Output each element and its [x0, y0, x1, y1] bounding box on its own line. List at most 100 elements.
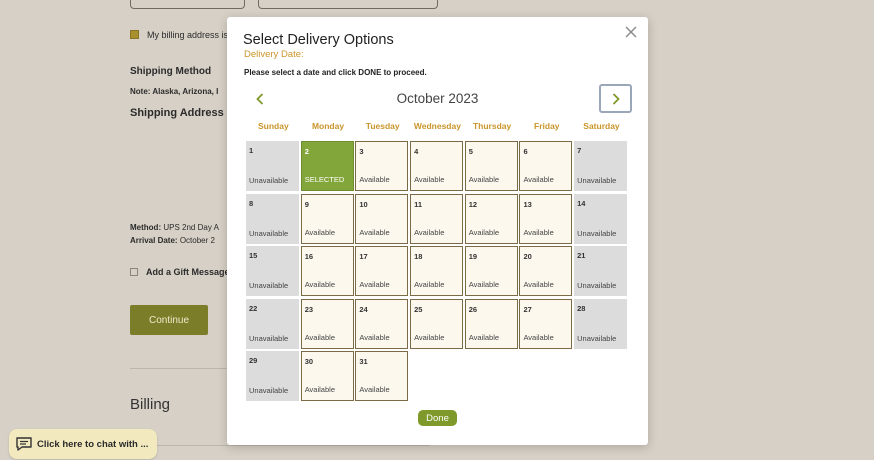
- day-status: Available: [468, 227, 500, 237]
- done-button[interactable]: Done: [418, 410, 457, 426]
- day-number: 24: [359, 304, 368, 314]
- delivery-date-label: Delivery Date:: [244, 49, 304, 60]
- day-number: 29: [249, 356, 258, 365]
- calendar-day-cell[interactable]: 24 Available: [355, 298, 409, 349]
- day-number: 7: [577, 146, 582, 155]
- calendar-day-cell[interactable]: 23 Available: [300, 298, 354, 349]
- chevron-right-icon: [612, 92, 620, 105]
- day-status: Available: [523, 227, 554, 237]
- calendar-day-cell[interactable]: 27 Available: [519, 298, 573, 349]
- day-number: 6: [523, 147, 528, 156]
- calendar-day-cell[interactable]: 5 Available: [464, 141, 518, 191]
- calendar-day-cell[interactable]: 18 Available: [410, 246, 464, 296]
- day-number: 13: [523, 199, 532, 209]
- calendar-day-cell[interactable]: 4 Available: [410, 141, 464, 191]
- calendar-day-cell: 1 Unavailable: [246, 141, 299, 191]
- input-box-top-right: [258, 0, 438, 9]
- continue-button[interactable]: Continue: [130, 305, 208, 335]
- day-status: Available: [359, 332, 390, 342]
- day-status: Unavailable: [249, 333, 289, 343]
- day-number: 3: [359, 147, 364, 156]
- day-number: 27: [523, 304, 532, 314]
- day-status: Available: [414, 175, 445, 184]
- calendar-day-cell[interactable]: 3 Available: [355, 141, 409, 191]
- day-status: Available: [359, 280, 390, 289]
- calendar-day-cell[interactable]: 17 Available: [355, 246, 409, 296]
- calendar-day-cell[interactable]: 9 Available: [300, 193, 354, 244]
- day-status: Available: [414, 332, 445, 342]
- day-number: 5: [468, 147, 473, 156]
- day-status: Unavailable: [577, 333, 617, 343]
- day-number: 16: [304, 252, 314, 261]
- day-number: 20: [523, 252, 532, 261]
- modal-title: Select Delivery Options: [243, 32, 394, 48]
- calendar-day-cell[interactable]: 2 SELECTED: [300, 141, 354, 191]
- day-number: 10: [359, 199, 368, 209]
- method-label: Method:: [130, 223, 162, 232]
- day-status: Available: [468, 175, 500, 184]
- day-status: Available: [468, 332, 500, 342]
- day-status: Available: [359, 175, 390, 184]
- calendar-day-cell: 7 Unavailable: [574, 141, 628, 191]
- calendar-day-cell[interactable]: 25 Available: [410, 298, 464, 349]
- day-status: Unavailable: [577, 176, 617, 185]
- chat-bubble-icon: [16, 437, 32, 451]
- delivery-options-modal: Select Delivery Options Delivery Date: P…: [227, 17, 648, 445]
- day-status: Available: [523, 175, 554, 184]
- weekday-label: Friday: [534, 121, 560, 131]
- month-label: October 2023: [396, 91, 479, 106]
- calendar-day-cell: 21 Unavailable: [574, 246, 628, 296]
- day-number: 12: [468, 199, 478, 209]
- day-number: 11: [414, 199, 422, 209]
- input-box-top-left: [130, 0, 245, 9]
- day-status: Available: [359, 227, 390, 237]
- billing-same-checkbox[interactable]: [130, 30, 139, 39]
- arrival-label: Arrival Date:: [130, 236, 178, 245]
- day-number: 25: [414, 304, 423, 314]
- weekday-label: Monday: [311, 121, 345, 131]
- calendar-day-cell[interactable]: 16 Available: [300, 246, 354, 296]
- close-icon[interactable]: [624, 26, 638, 40]
- day-status: Available: [304, 227, 335, 237]
- day-number: 2: [304, 147, 309, 156]
- day-number: 30: [304, 357, 314, 366]
- chat-widget-button[interactable]: Click here to chat with ...: [9, 429, 157, 459]
- calendar-day-cell[interactable]: 30 Available: [300, 351, 354, 401]
- arrival-value: October 2: [179, 236, 215, 245]
- calendar-day-cell[interactable]: 11 Available: [410, 193, 464, 244]
- weekday-label: Wednesday: [413, 121, 461, 131]
- day-number: 22: [249, 303, 258, 313]
- shipping-address-heading: Shipping Address 1: [130, 107, 233, 119]
- calendar-day-cell: 15 Unavailable: [246, 246, 299, 296]
- day-number: 1: [249, 146, 254, 155]
- weekday-label: Sunday: [257, 121, 289, 131]
- next-month-button[interactable]: [599, 84, 632, 113]
- calendar-day-cell[interactable]: 20 Available: [519, 246, 573, 296]
- calendar-day-cell[interactable]: 31 Available: [355, 351, 409, 401]
- method-value: UPS 2nd Day A: [163, 223, 219, 232]
- day-number: 31: [359, 357, 368, 366]
- calendar-day-cell[interactable]: 12 Available: [464, 193, 518, 244]
- calendar-day-cell: 22 Unavailable: [246, 298, 299, 349]
- gift-message-checkbox[interactable]: [130, 268, 138, 276]
- day-status: Available: [414, 280, 445, 289]
- divider: [130, 445, 430, 446]
- calendar-day-cell[interactable]: 26 Available: [464, 298, 518, 349]
- day-status: Unavailable: [577, 281, 617, 290]
- day-number: 23: [304, 304, 314, 314]
- day-number: 8: [249, 198, 254, 208]
- day-number: 14: [577, 198, 586, 208]
- arrival-line: Arrival Date: October 2: [130, 236, 215, 245]
- calendar-day-cell: 29 Unavailable: [246, 351, 299, 401]
- chat-label: Click here to chat with ...: [37, 438, 149, 450]
- calendar-day-cell[interactable]: 19 Available: [464, 246, 518, 296]
- day-number: 19: [468, 252, 478, 261]
- shipping-note: Note: Alaska, Arizona, I: [130, 87, 219, 96]
- calendar-day-cell[interactable]: 6 Available: [519, 141, 573, 191]
- calendar-grid: 1 Unavailable 2 SELECTED 3 Available 4 Availabl…: [246, 141, 631, 401]
- day-status: Available: [468, 280, 500, 289]
- calendar-day-cell[interactable]: 13 Available: [519, 193, 573, 244]
- calendar-day-cell[interactable]: 10 Available: [355, 193, 409, 244]
- method-line: Method: UPS 2nd Day A: [130, 223, 219, 232]
- weekday-label: Thursday: [472, 121, 512, 131]
